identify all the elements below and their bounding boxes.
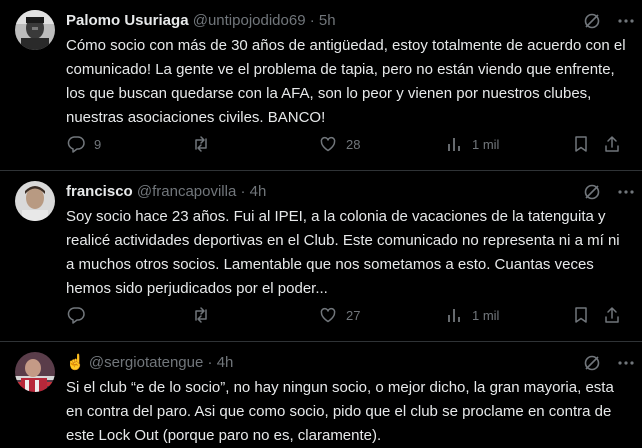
views-button[interactable]: 1 mil [444, 305, 499, 325]
separator: · [309, 12, 315, 29]
grok-icon[interactable] [582, 353, 602, 373]
share-button[interactable] [602, 305, 622, 325]
more-icon[interactable] [616, 182, 636, 202]
bookmark-icon [571, 134, 591, 154]
bookmark-button[interactable] [571, 134, 591, 154]
like-icon [318, 134, 338, 154]
more-icon[interactable] [616, 11, 636, 31]
share-icon [602, 305, 622, 325]
like-count: 28 [346, 136, 361, 152]
header-actions [582, 353, 636, 373]
separator: · [240, 183, 246, 200]
reply-icon [66, 305, 86, 325]
reply-button[interactable]: 9 [66, 134, 101, 154]
tweet-actions: 9 28 1 mil [66, 134, 632, 154]
grok-icon[interactable] [582, 11, 602, 31]
timestamp[interactable]: 4h [217, 354, 234, 371]
like-count: 27 [346, 307, 361, 323]
avatar[interactable] [15, 352, 55, 392]
grok-icon[interactable] [582, 182, 602, 202]
timestamp[interactable]: 4h [250, 183, 267, 200]
tweet[interactable]: ☝️ @sergiotatengue · 4h Si el club “e de… [0, 342, 642, 448]
user-handle[interactable]: @sergiotatengue [89, 354, 203, 371]
separator: · [207, 354, 213, 371]
bookmark-button[interactable] [571, 305, 591, 325]
share-button[interactable] [602, 134, 622, 154]
bookmark-icon [571, 305, 591, 325]
reply-count: 9 [94, 136, 102, 152]
user-handle[interactable]: @untipojodido69 [193, 12, 306, 29]
tweet-text: Soy socio hace 23 años. Fui al IPEI, a l… [66, 208, 620, 297]
retweet-button[interactable] [191, 134, 219, 154]
tweet-header: francisco @francapovilla · 4h [66, 182, 632, 202]
like-button[interactable]: 28 [318, 134, 360, 154]
tweet-text: Si el club “e de lo socio”, no hay ningu… [66, 379, 614, 444]
retweet-icon [191, 134, 211, 154]
share-icon [602, 134, 622, 154]
reply-icon [66, 134, 86, 154]
views-count: 1 mil [472, 307, 500, 323]
header-actions [582, 182, 636, 202]
tweet[interactable]: Palomo Usuriaga @untipojodido69 · 5h Cóm… [0, 0, 642, 171]
tweet-actions: 27 1 mil [66, 305, 632, 325]
like-button[interactable]: 27 [318, 305, 360, 325]
tweet[interactable]: francisco @francapovilla · 4h Soy socio … [0, 171, 642, 342]
header-actions [582, 11, 636, 31]
views-icon [444, 305, 464, 325]
timestamp[interactable]: 5h [319, 12, 336, 29]
more-icon[interactable] [616, 353, 636, 373]
display-name[interactable]: francisco [66, 183, 133, 200]
retweet-button[interactable] [191, 305, 219, 325]
avatar[interactable] [15, 10, 55, 50]
retweet-icon [191, 305, 211, 325]
views-button[interactable]: 1 mil [444, 134, 499, 154]
views-count: 1 mil [472, 136, 500, 152]
display-name[interactable]: ☝️ [66, 354, 85, 371]
tweet-header: Palomo Usuriaga @untipojodido69 · 5h [66, 11, 632, 31]
like-icon [318, 305, 338, 325]
tweet-text: Cómo socio con más de 30 años de antigüe… [66, 37, 626, 126]
avatar[interactable] [15, 181, 55, 221]
views-icon [444, 134, 464, 154]
user-handle[interactable]: @francapovilla [137, 183, 236, 200]
reply-button[interactable] [66, 305, 94, 325]
display-name[interactable]: Palomo Usuriaga [66, 12, 189, 29]
tweet-header: ☝️ @sergiotatengue · 4h [66, 353, 632, 373]
